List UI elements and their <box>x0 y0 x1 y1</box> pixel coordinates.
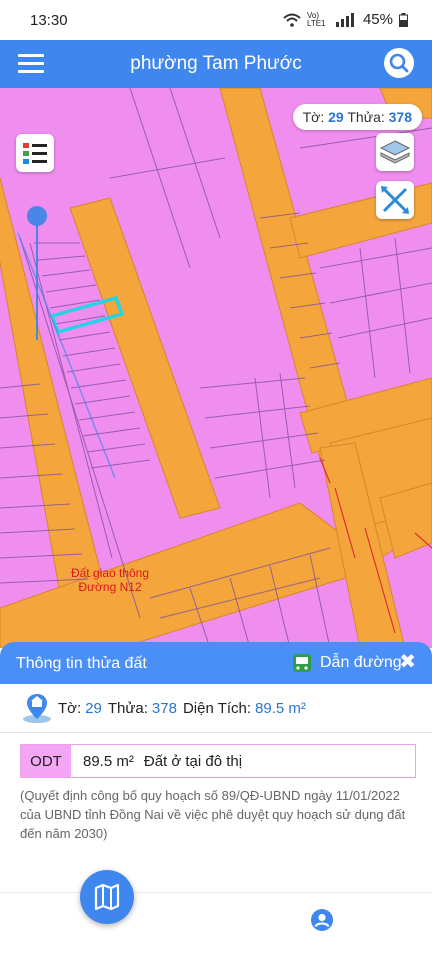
wifi-icon <box>283 13 301 27</box>
map-icon <box>94 883 120 911</box>
info-sheet-label: Tờ: <box>58 699 82 717</box>
layers-button[interactable] <box>376 133 414 171</box>
signal-icon <box>335 12 354 27</box>
user-icon <box>314 913 330 928</box>
measure-button[interactable] <box>376 181 414 219</box>
page-title: phường Tam Phước <box>130 53 302 74</box>
search-button[interactable] <box>384 48 414 78</box>
info-area-value: 89.5 m² <box>255 699 306 717</box>
map-road-label: Đất giao thông Đường N12 <box>60 566 160 594</box>
road-label-line2: Đường N12 <box>78 580 142 594</box>
chip-sheet-value: 29 <box>328 109 344 125</box>
info-area-label: Diện Tích: <box>182 699 252 717</box>
land-use-area: 89.5 m² <box>83 752 134 770</box>
road-label-line1: Đất giao thông <box>70 566 150 580</box>
chip-plot-value: 378 <box>388 109 412 125</box>
planning-decision-note: (Quyết định công bố quy hoạch số 89/QĐ-U… <box>20 788 406 841</box>
bottom-nav <box>0 892 432 961</box>
location-pin-icon <box>23 694 51 723</box>
land-use-row: ODT 89.5 m² Đất ở tại đô thị <box>20 744 416 778</box>
directions-button[interactable]: Dẫn đường <box>292 653 402 673</box>
chip-plot-label: Thửa: <box>347 109 385 125</box>
measure-icon <box>381 186 409 214</box>
parcel-info-row: Tờ: 29 Thửa: 378 Diện Tích: 89.5 m² <box>20 690 420 726</box>
directions-label: Dẫn đường <box>320 654 402 671</box>
parcel-info-header: Thông tin thửa đất Dẫn đường ✖ <box>0 642 432 684</box>
divider <box>0 732 432 733</box>
chip-sheet-label: Tờ: <box>302 109 325 125</box>
land-use-description: Đất ở tại đô thị <box>143 752 243 770</box>
panel-title: Thông tin thửa đất <box>16 655 147 672</box>
app-bar: phường Tam Phước <box>0 40 432 88</box>
land-use-code: ODT <box>21 745 71 777</box>
profile-button[interactable] <box>311 909 333 931</box>
close-icon[interactable]: ✖ <box>399 652 416 672</box>
map-fab-button[interactable] <box>80 870 134 924</box>
status-bar: 13:30 Vo) LTE1 45% <box>0 0 432 40</box>
map-canvas <box>0 88 432 648</box>
search-icon <box>389 53 409 73</box>
legend-button[interactable] <box>16 134 54 172</box>
layers-icon <box>379 140 411 164</box>
battery-icon <box>399 12 408 27</box>
legend-icon <box>23 143 47 164</box>
network-type: Vo) LTE1 <box>306 10 326 28</box>
info-plot-label: Thửa: <box>107 699 148 717</box>
status-time: 13:30 <box>30 12 68 29</box>
map-view[interactable]: Đất giao thông Đường N12 <box>0 88 432 648</box>
info-plot-value: 378 <box>151 699 177 717</box>
info-sheet-value: 29 <box>85 699 102 717</box>
bus-icon <box>293 654 311 672</box>
parcel-id-chip: Tờ: 29 Thửa: 378 <box>292 104 422 130</box>
location-marker <box>27 206 47 226</box>
battery-level: 45% <box>362 11 393 28</box>
